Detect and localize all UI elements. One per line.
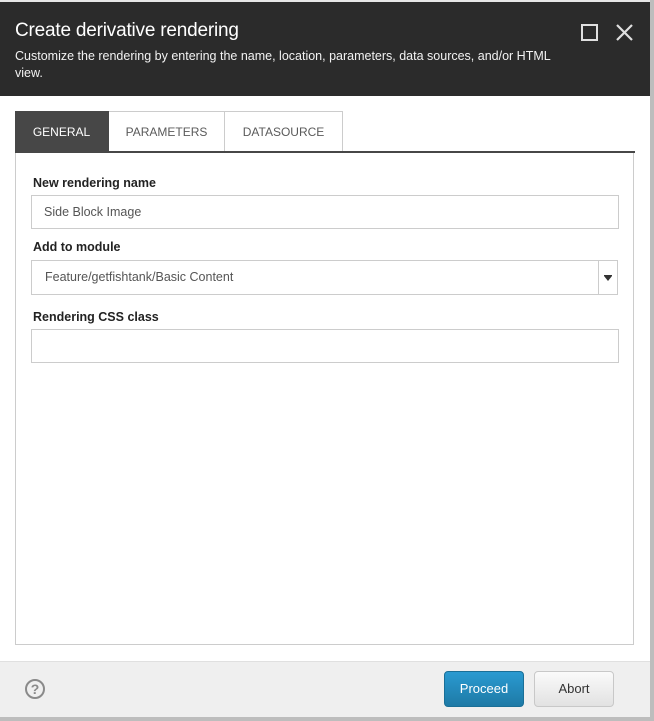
proceed-button[interactable]: Proceed [444, 671, 524, 707]
maximize-button[interactable] [579, 22, 601, 44]
abort-button[interactable]: Abort [534, 671, 614, 707]
create-derivative-rendering-dialog: Create derivative rendering Customize th… [0, 2, 650, 717]
module-select-value[interactable]: Feature/getfishtank/Basic Content [31, 260, 599, 295]
dialog-title: Create derivative rendering [15, 20, 239, 41]
dialog-header: Create derivative rendering Customize th… [0, 2, 650, 96]
rendering-name-label: New rendering name [33, 176, 156, 190]
css-class-label: Rendering CSS class [33, 310, 159, 324]
module-dropdown-button[interactable] [598, 260, 618, 295]
close-button[interactable] [614, 22, 636, 44]
background-edge [650, 0, 654, 721]
module-label: Add to module [33, 240, 121, 254]
dialog-footer: ? Proceed Abort [0, 661, 650, 717]
tab-general[interactable]: GENERAL [15, 111, 109, 151]
chevron-down-icon [604, 276, 612, 281]
maximize-icon [581, 24, 598, 41]
background-edge-bottom [0, 717, 654, 721]
close-icon [616, 24, 633, 41]
module-select[interactable]: Feature/getfishtank/Basic Content [31, 260, 619, 295]
rendering-name-input[interactable] [31, 195, 619, 229]
css-class-input[interactable] [31, 329, 619, 363]
tab-datasource[interactable]: DATASOURCE [225, 111, 343, 151]
dialog-subtitle: Customize the rendering by entering the … [15, 49, 551, 80]
help-icon[interactable]: ? [25, 679, 45, 699]
tab-parameters[interactable]: PARAMETERS [109, 111, 225, 151]
tab-bar: GENERAL PARAMETERS DATASOURCE [15, 111, 343, 151]
